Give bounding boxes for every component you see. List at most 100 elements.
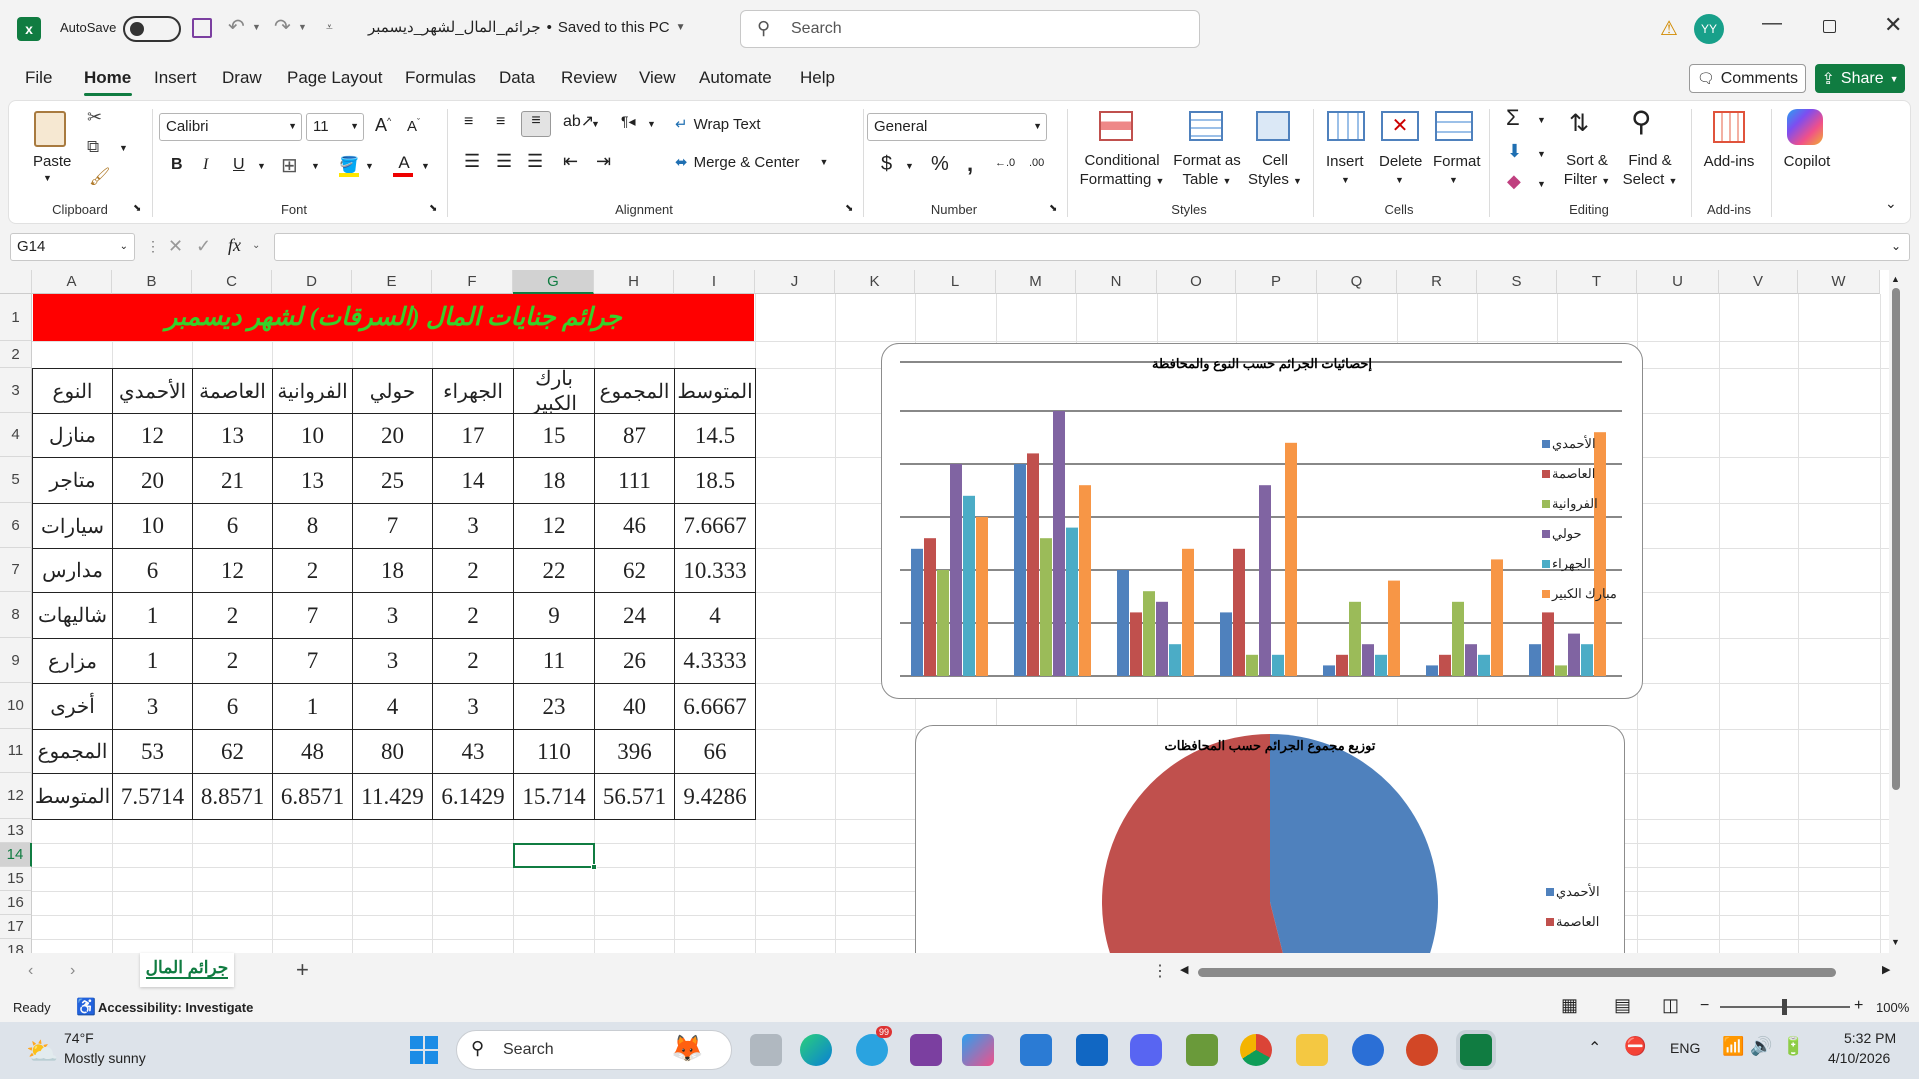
column-header[interactable]: W [1798,270,1880,294]
table-cell[interactable]: مزارع [32,638,113,684]
table-cell[interactable]: 11.429 [352,773,433,820]
table-cell[interactable]: 18 [352,548,433,593]
autosave-toggle[interactable] [123,16,181,45]
table-cell[interactable]: 2 [432,548,514,593]
document-title[interactable]: جرائم_المال_لشهر_ديسمبر • Saved to this … [368,18,686,37]
table-cell[interactable]: 7 [272,592,353,639]
formula-input[interactable]: ⌄ [274,233,1910,261]
chart-bar[interactable] [1542,612,1554,676]
outlook-icon[interactable] [1076,1034,1108,1066]
legend-item[interactable]: مبارك الكبير [1542,586,1617,602]
comments-button[interactable]: 🗨 Comments [1689,64,1806,93]
discord-icon[interactable] [1130,1034,1162,1066]
chart-bar[interactable] [1594,432,1606,676]
chart-bar[interactable] [1323,665,1335,676]
chart-bar[interactable] [1478,654,1490,676]
legend-item[interactable]: الجهراء [1542,556,1591,572]
table-cell[interactable]: 17 [432,413,514,458]
insert-function-button[interactable]: fx [228,235,241,256]
font-launcher-icon[interactable]: ⬊ [429,203,437,214]
decrease-indent-icon[interactable]: ⇤ [563,151,578,172]
table-cell[interactable]: 26 [594,638,675,684]
table-header-cell[interactable]: العاصمة [192,368,273,414]
accessibility-status[interactable]: Accessibility: Investigate [98,1000,253,1015]
start-icon[interactable] [410,1036,438,1064]
chart-bar[interactable] [1529,644,1541,676]
column-header[interactable]: S [1477,270,1557,294]
column-header[interactable]: L [915,270,996,294]
worksheet-grid[interactable]: A B C D E F G H I J K L M N O P Q R S T U V W 1 2 3 4 5 6 7 8 9 10 11 12 13… [0,270,1903,953]
table-cell[interactable]: 13 [272,457,353,504]
paste-icon[interactable] [34,111,66,147]
table-header-cell[interactable]: المتوسط [674,368,756,414]
currency-dropdown-icon[interactable]: ▼ [905,161,914,171]
format-painter-icon[interactable]: 🖌 [89,167,111,187]
align-middle-icon[interactable]: ≡ [496,113,505,131]
wifi-icon[interactable]: 📶 [1722,1036,1744,1057]
table-cell[interactable]: 111 [594,457,675,504]
table-cell[interactable]: 20 [112,457,193,504]
scroll-right-icon[interactable]: ▶ [1882,963,1890,976]
delete-cells-button[interactable]: Delete [1379,153,1422,170]
table-cell[interactable]: 6 [192,683,273,730]
table-cell[interactable]: 9.4286 [674,773,756,820]
increase-decimal-icon[interactable]: ←.0 [995,157,1015,169]
clock-date[interactable]: 4/10/2026 [1828,1050,1890,1066]
row-header[interactable]: 14 [0,843,32,867]
column-header[interactable]: J [755,270,835,294]
table-cell[interactable]: 87 [594,413,675,458]
legend-item[interactable]: حولي [1542,526,1582,542]
copy-dropdown-icon[interactable]: ▼ [119,143,128,153]
menu-file[interactable]: File [25,68,52,88]
onenote-icon[interactable] [910,1034,942,1066]
chart-bar[interactable] [1375,654,1387,676]
normal-view-icon[interactable]: ▦ [1561,995,1578,1016]
taskbar-search[interactable]: ⚲ Search 🦊 [456,1030,732,1070]
table-cell[interactable]: 4.3333 [674,638,756,684]
row-header[interactable]: 12 [0,773,32,819]
table-cell[interactable]: 10.333 [674,548,756,593]
chart-bar[interactable] [1143,591,1155,676]
zoom-out-icon[interactable]: − [1700,997,1709,1015]
chart-bar[interactable] [1568,633,1580,676]
table-header-cell[interactable]: الفروانية [272,368,353,414]
table-cell[interactable]: 12 [513,503,595,549]
table-header-cell[interactable]: حولي [352,368,433,414]
row-header[interactable]: 6 [0,503,32,548]
clear-dropdown-icon[interactable]: ▼ [1537,179,1546,189]
format-dropdown-icon[interactable]: ▼ [1449,175,1458,185]
redo-dropdown-icon[interactable]: ▼ [298,22,307,32]
sheet-tab-active[interactable]: جرائم المال [140,953,234,987]
table-header-cell[interactable]: الجهراء [432,368,514,414]
comma-icon[interactable]: , [967,151,973,177]
menu-data[interactable]: Data [499,68,535,88]
more-icon[interactable]: ⋮ [146,238,160,255]
align-center-icon[interactable]: ☰ [496,151,512,172]
menu-insert[interactable]: Insert [154,68,197,88]
file-explorer-icon[interactable] [1296,1034,1328,1066]
table-cell[interactable]: 53 [112,729,193,774]
clipboard-launcher-icon[interactable]: ⬊ [133,203,141,214]
insert-cells-icon[interactable] [1327,111,1365,141]
table-cell[interactable]: 2 [192,638,273,684]
table-cell[interactable]: 4 [674,592,756,639]
volume-icon[interactable]: 🔊 [1750,1036,1772,1057]
table-cell[interactable]: 14.5 [674,413,756,458]
column-header[interactable]: Q [1317,270,1397,294]
chart-bar[interactable] [1555,665,1567,676]
chart-bar[interactable] [1285,442,1297,676]
accessibility-icon[interactable]: ♿ [76,997,96,1017]
chart-bar[interactable] [1465,644,1477,676]
chart-bar[interactable] [1272,654,1284,676]
addins-button[interactable]: Add-ins [1695,153,1763,170]
merge-center-button[interactable]: ⬌ Merge & Center ▼ [675,153,828,172]
chart-bar[interactable] [1388,580,1400,676]
table-cell[interactable]: 10 [272,413,353,458]
fill-dropdown-icon[interactable]: ▼ [1537,149,1546,159]
table-cell[interactable]: أخرى [32,683,113,730]
column-header[interactable]: A [32,270,112,294]
edge-icon[interactable] [800,1034,832,1066]
column-header[interactable]: E [352,270,432,294]
chart-bar[interactable] [1220,612,1232,676]
table-cell[interactable]: 396 [594,729,675,774]
